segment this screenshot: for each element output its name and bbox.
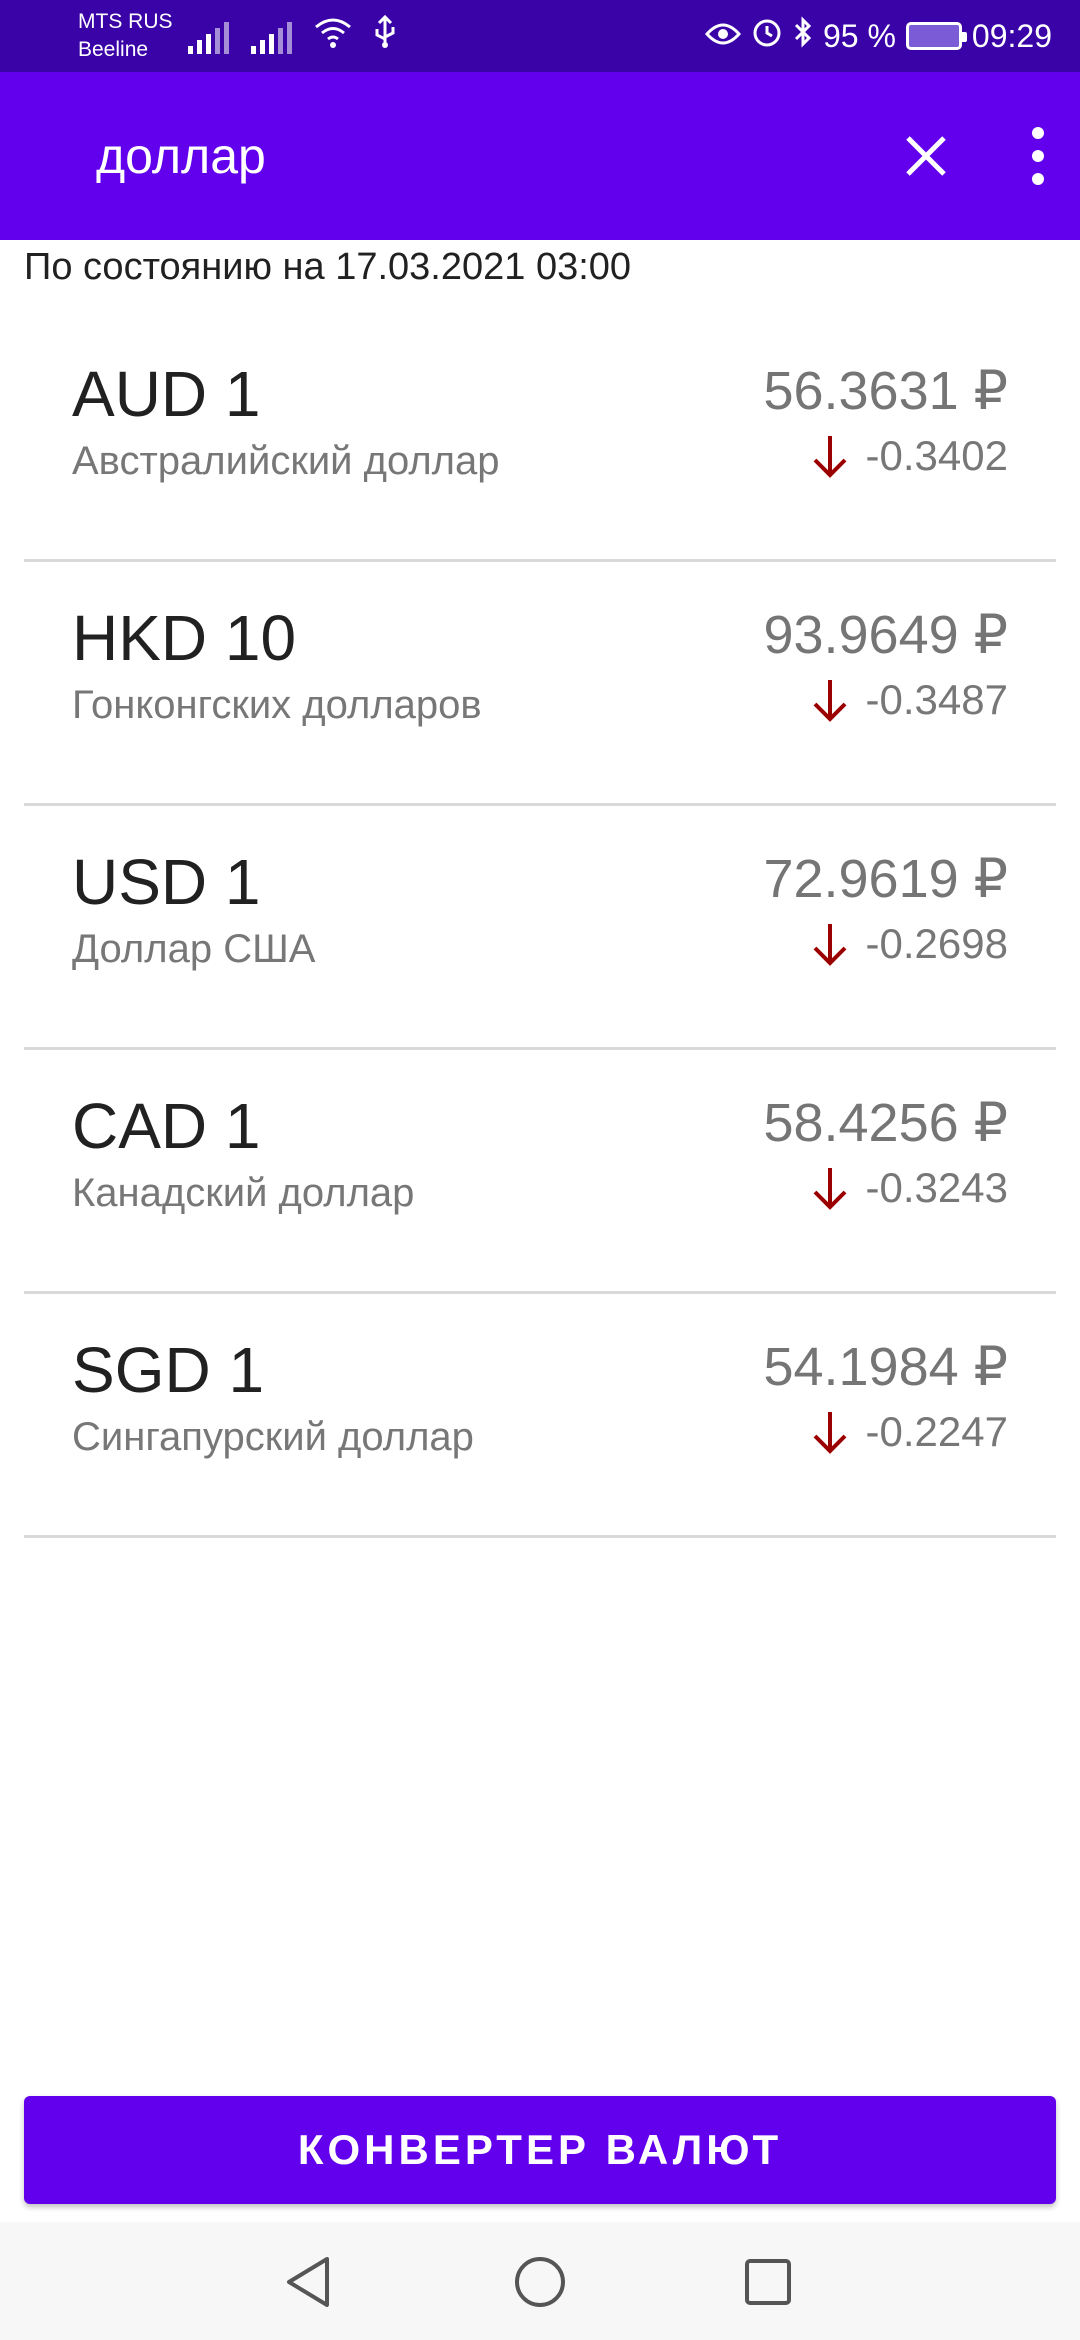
- arrow-down-icon: [813, 1412, 846, 1454]
- currency-row-sgd[interactable]: SGD 1 Сингапурский доллар 54.1984 ₽ -0.2…: [24, 1294, 1056, 1538]
- currency-rate: 56.3631 ₽: [763, 361, 1008, 421]
- change-value: -0.3243: [865, 1164, 1008, 1211]
- currency-name: Австралийский доллар: [72, 439, 500, 483]
- search-app-bar: доллар: [0, 72, 1080, 240]
- close-icon: [906, 136, 946, 176]
- change-value: -0.2247: [865, 1408, 1008, 1455]
- arrow-down-icon: [813, 1168, 846, 1210]
- battery-text: 95 %: [822, 17, 896, 54]
- system-nav-bar: [0, 2222, 1080, 2340]
- recents-icon: [745, 2259, 791, 2305]
- home-button[interactable]: [510, 2252, 570, 2312]
- eye-icon: [704, 18, 741, 55]
- recents-button[interactable]: [738, 2252, 798, 2312]
- carrier-2: Beeline: [78, 38, 149, 61]
- currency-name: Сингапурский доллар: [72, 1415, 474, 1459]
- rates-date: По состоянию на 17.03.2021 03:00: [24, 246, 632, 288]
- arrow-down-icon: [813, 680, 846, 722]
- currency-converter-button[interactable]: КОНВЕРТЕР ВАЛЮТ: [24, 2096, 1056, 2204]
- rate-change: -0.2247: [812, 1404, 1008, 1460]
- rate-change: -0.3402: [812, 428, 1008, 484]
- currency-rate: 58.4256 ₽: [763, 1093, 1008, 1153]
- currency-code: SGD 1: [72, 1334, 265, 1406]
- currency-code: USD 1: [72, 846, 261, 918]
- currency-rate: 72.9619 ₽: [763, 849, 1008, 909]
- currency-row-usd[interactable]: USD 1 Доллар США 72.9619 ₽ -0.2698: [24, 806, 1056, 1050]
- change-value: -0.2698: [865, 920, 1008, 967]
- home-icon: [515, 2257, 565, 2307]
- battery-charging-icon: [905, 22, 967, 50]
- currency-list: AUD 1 Австралийский доллар 56.3631 ₽ -0.…: [24, 318, 1056, 1538]
- search-input[interactable]: доллар: [96, 126, 266, 186]
- more-options-button[interactable]: [1012, 122, 1064, 190]
- arrow-down-icon: [813, 436, 846, 478]
- currency-name: Гонконгских долларов: [72, 683, 482, 727]
- close-search-button[interactable]: [894, 124, 958, 188]
- currency-name: Канадский доллар: [72, 1171, 415, 1215]
- currency-code: HKD 10: [72, 602, 297, 674]
- currency-rate: 93.9649 ₽: [763, 605, 1008, 665]
- wifi-icon: [314, 17, 352, 54]
- currency-row-hkd[interactable]: HKD 10 Гонконгских долларов 93.9649 ₽ -0…: [24, 562, 1056, 806]
- currency-name: Доллар США: [72, 927, 316, 971]
- change-value: -0.3487: [865, 676, 1008, 723]
- currency-rate: 54.1984 ₽: [763, 1337, 1008, 1397]
- status-bar: MTS RUS Beeline 95 % 09:29: [0, 0, 1080, 72]
- bluetooth-icon: [793, 16, 813, 56]
- clock: 09:29: [971, 17, 1052, 54]
- back-button[interactable]: [278, 2252, 338, 2312]
- back-icon: [287, 2257, 329, 2307]
- more-vert-icon: [1032, 127, 1044, 140]
- currency-code: CAD 1: [72, 1090, 261, 1162]
- rate-change: -0.3243: [812, 1160, 1008, 1216]
- rate-change: -0.3487: [812, 672, 1008, 728]
- rate-change: -0.2698: [812, 916, 1008, 972]
- currency-code: AUD 1: [72, 358, 261, 430]
- carrier-info: MTS RUS Beeline: [78, 8, 173, 64]
- status-icons-left: [188, 14, 396, 54]
- status-icons-right: 95 % 09:29: [704, 0, 1052, 72]
- carrier-1: MTS RUS: [78, 10, 173, 33]
- currency-row-aud[interactable]: AUD 1 Австралийский доллар 56.3631 ₽ -0.…: [24, 318, 1056, 562]
- currency-row-cad[interactable]: CAD 1 Канадский доллар 58.4256 ₽ -0.3243: [24, 1050, 1056, 1294]
- arrow-down-icon: [813, 924, 846, 966]
- signal-icon: [251, 20, 292, 54]
- alarm-icon: [751, 16, 783, 56]
- usb-icon: [374, 14, 396, 54]
- signal-icon: [188, 20, 229, 54]
- change-value: -0.3402: [865, 432, 1008, 479]
